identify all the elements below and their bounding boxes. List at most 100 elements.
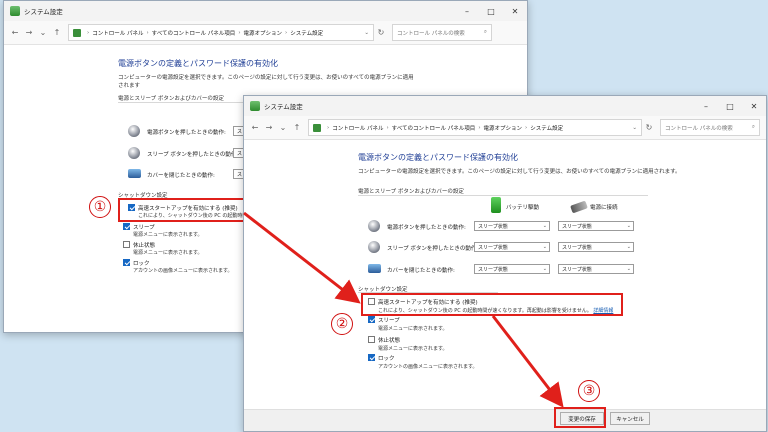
up-arrow-icon[interactable]: ↑ — [290, 123, 304, 132]
power-button-icon — [368, 220, 380, 232]
back-page-heading: 電源ボタンの定義とパスワード保護の有効化 — [118, 59, 278, 68]
col-battery-label: バッテリ駆動 — [506, 205, 540, 211]
highlight-back-fast-startup — [118, 198, 246, 222]
step-2-badge: ② — [331, 313, 353, 335]
chevron-down-icon: ⌄ — [626, 266, 631, 272]
back-arrow-icon[interactable]: ← — [248, 123, 262, 132]
laptop-lid-icon — [368, 264, 381, 273]
close-icon[interactable]: ✕ — [503, 1, 527, 21]
front-row-lid-ac-select[interactable]: スリープ状態 ⌄ — [558, 264, 634, 274]
forward-arrow-icon[interactable]: → — [262, 123, 276, 132]
back-search-input[interactable]: コントロール パネルの検索 ⌕ — [392, 24, 492, 41]
back-sleep-checkbox[interactable] — [123, 223, 130, 230]
laptop-lid-icon — [128, 169, 141, 178]
front-row-sleep-ac-select[interactable]: スリープ状態 ⌄ — [558, 242, 634, 252]
front-hibernate-label: 休止状態 — [378, 338, 401, 344]
battery-icon — [491, 197, 501, 213]
minimize-icon[interactable]: – — [694, 96, 718, 116]
front-hibernate-desc: 電源メニューに表示されます。 — [378, 346, 448, 352]
back-hibernate-label: 休止状態 — [133, 243, 156, 249]
crumb-power-options[interactable]: 電源オプション — [484, 124, 523, 132]
col-ac-label: 電源に接続 — [590, 205, 618, 211]
search-icon: ⌕ — [483, 29, 487, 35]
up-arrow-icon[interactable]: ↑ — [50, 28, 64, 37]
control-panel-icon — [313, 123, 321, 132]
back-address-bar: ← → ⌄ ↑ › コントロール パネル › すべてのコントロール パネル項目 › 電… — [4, 21, 527, 45]
sleep-button-icon — [128, 147, 140, 159]
step-1-badge: ① — [89, 196, 111, 218]
crumb-system-settings[interactable]: システム設定 — [290, 29, 323, 37]
back-section-power: 電源とスリープ ボタンおよびカバーの設定 — [118, 96, 224, 102]
step-3-badge: ③ — [578, 380, 600, 402]
back-sleep-desc: 電源メニューに表示されます。 — [133, 232, 203, 238]
recent-dropdown-icon[interactable]: ⌄ — [36, 28, 50, 37]
back-row-sleep-label: スリープ ボタンを押したときの動作: — [147, 152, 239, 158]
front-row-power-ac-select[interactable]: スリープ状態 ⌄ — [558, 221, 634, 231]
front-section-power: 電源とスリープ ボタンおよびカバーの設定 — [358, 189, 464, 195]
back-lock-label: ロック — [133, 261, 150, 267]
chevron-down-icon: ⌄ — [626, 244, 631, 250]
crumb-all-items[interactable]: すべてのコントロール パネル項目 — [392, 124, 476, 132]
back-lock-desc: アカウントの画像メニューに表示されます。 — [133, 268, 233, 274]
front-row-power-battery-select[interactable]: スリープ状態 ⌄ — [474, 221, 550, 231]
address-dropdown-icon[interactable]: ⌄ — [364, 30, 369, 36]
system-settings-icon — [10, 6, 20, 16]
sleep-button-icon — [368, 241, 380, 253]
front-page-heading: 電源ボタンの定義とパスワード保護の有効化 — [358, 153, 518, 162]
front-row-sleep-label: スリープ ボタンを押したときの動作: — [387, 246, 479, 252]
front-lock-checkbox[interactable] — [368, 354, 375, 361]
minimize-icon[interactable]: – — [455, 1, 479, 21]
front-window: システム設定 – □ ✕ ← → ⌄ ↑ › コントロール パネル › すべてのコン… — [243, 95, 767, 432]
front-divider — [358, 195, 648, 196]
cancel-button[interactable]: キャンセル — [610, 412, 650, 425]
front-row-lid-label: カバーを閉じたときの動作: — [387, 268, 455, 274]
back-titlebar: システム設定 – □ ✕ — [4, 1, 527, 21]
close-icon[interactable]: ✕ — [742, 96, 766, 116]
back-window-title: システム設定 — [24, 8, 63, 16]
chevron-down-icon: ⌄ — [542, 266, 547, 272]
front-lock-desc: アカウントの画像メニューに表示されます。 — [378, 364, 478, 370]
back-lock-checkbox[interactable] — [123, 259, 130, 266]
front-search-input[interactable]: コントロール パネルの検索 ⌕ — [660, 119, 760, 136]
crumb-power-options[interactable]: 電源オプション — [244, 29, 283, 37]
chevron-down-icon: ⌄ — [542, 223, 547, 229]
front-titlebar: システム設定 – □ ✕ — [244, 96, 766, 116]
chevron-down-icon: ⌄ — [542, 244, 547, 250]
back-row-power-label: 電源ボタンを押したときの動作: — [147, 130, 226, 136]
front-address-bar: ← → ⌄ ↑ › コントロール パネル › すべてのコントロール パネル項目 › 電… — [244, 116, 766, 140]
recent-dropdown-icon[interactable]: ⌄ — [276, 123, 290, 132]
front-address-field[interactable]: › コントロール パネル › すべてのコントロール パネル項目 › 電源オプション ›… — [308, 119, 642, 136]
back-address-field[interactable]: › コントロール パネル › すべてのコントロール パネル項目 › 電源オプション ›… — [68, 24, 374, 41]
highlight-save-button — [554, 407, 606, 428]
control-panel-icon — [73, 28, 81, 37]
back-page-description: コンピューターの電源設定を選択できます。このページの設定に対して行う変更は、お使… — [118, 75, 414, 89]
plug-icon — [570, 200, 588, 214]
crumb-control-panel[interactable]: コントロール パネル — [92, 29, 143, 37]
front-row-power-label: 電源ボタンを押したときの動作: — [387, 225, 466, 231]
refresh-icon[interactable]: ↻ — [642, 123, 656, 132]
search-icon: ⌕ — [751, 124, 755, 130]
crumb-all-items[interactable]: すべてのコントロール パネル項目 — [152, 29, 236, 37]
front-footer — [244, 409, 766, 431]
maximize-icon[interactable]: □ — [718, 96, 742, 116]
crumb-control-panel[interactable]: コントロール パネル — [332, 124, 383, 132]
crumb-system-settings[interactable]: システム設定 — [530, 124, 563, 132]
maximize-icon[interactable]: □ — [479, 1, 503, 21]
front-lock-label: ロック — [378, 356, 395, 362]
front-row-lid-battery-select[interactable]: スリープ状態 ⌄ — [474, 264, 550, 274]
highlight-front-fast-startup — [361, 293, 623, 316]
front-row-sleep-battery-select[interactable]: スリープ状態 ⌄ — [474, 242, 550, 252]
front-sleep-checkbox[interactable] — [368, 316, 375, 323]
forward-arrow-icon[interactable]: → — [22, 28, 36, 37]
back-row-lid-label: カバーを閉じたときの動作: — [147, 173, 215, 179]
back-hibernate-checkbox[interactable] — [123, 241, 130, 248]
back-sleep-label: スリープ — [133, 225, 155, 231]
front-hibernate-checkbox[interactable] — [368, 336, 375, 343]
front-sleep-label: スリープ — [378, 318, 400, 324]
back-arrow-icon[interactable]: ← — [8, 28, 22, 37]
power-button-icon — [128, 125, 140, 137]
refresh-icon[interactable]: ↻ — [374, 28, 388, 37]
address-dropdown-icon[interactable]: ⌄ — [632, 125, 637, 131]
chevron-down-icon: ⌄ — [626, 223, 631, 229]
back-hibernate-desc: 電源メニューに表示されます。 — [133, 250, 203, 256]
